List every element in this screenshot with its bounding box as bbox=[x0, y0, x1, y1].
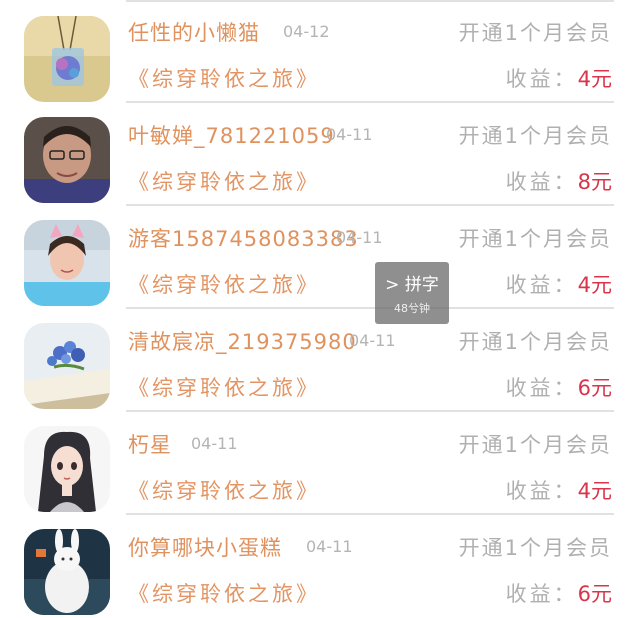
income-label: 收益： bbox=[505, 376, 578, 400]
income: 收益：4元 bbox=[506, 475, 612, 505]
list-item[interactable]: 朽星 04-11 开通1个月会员 《综穿聆依之旅》 收益：4元 bbox=[0, 412, 640, 515]
book-title: 《综穿聆依之旅》 bbox=[128, 67, 320, 91]
book-title: 《综穿聆依之旅》 bbox=[128, 582, 320, 606]
list-item[interactable]: 游客1587458083383 04-11 开通1个月会员 《综穿聆依之旅》 收… bbox=[0, 206, 640, 309]
order-action: 开通1个月会员 bbox=[458, 433, 612, 457]
order-action: 开通1个月会员 bbox=[458, 227, 612, 251]
book-title: 《综穿聆依之旅》 bbox=[128, 376, 320, 400]
list-item[interactable]: 任性的小懒猫 04-12 开通1个月会员 《综穿聆依之旅》 收益：4元 bbox=[0, 0, 640, 103]
pinyin-overlay-button[interactable]: > 拼字 48兮钟 bbox=[375, 262, 449, 324]
income: 收益：4元 bbox=[506, 269, 612, 299]
avatar[interactable] bbox=[24, 426, 110, 512]
income-label: 收益： bbox=[505, 170, 578, 194]
order-date: 04-11 bbox=[336, 228, 383, 247]
order-date: 04-11 bbox=[326, 125, 373, 144]
income-value: 4元 bbox=[577, 479, 612, 503]
user-name: 叶敏婵_781221059 bbox=[128, 124, 335, 148]
order-date: 04-12 bbox=[283, 22, 330, 41]
book-title: 《综穿聆依之旅》 bbox=[128, 170, 320, 194]
list-item[interactable]: 清故宸凉_219375980 04-11 开通1个月会员 《综穿聆依之旅》 收益… bbox=[0, 309, 640, 412]
income-value: 6元 bbox=[577, 376, 612, 400]
income: 收益：6元 bbox=[506, 578, 612, 608]
avatar[interactable] bbox=[24, 529, 110, 615]
order-action: 开通1个月会员 bbox=[458, 536, 612, 560]
book-title: 《综穿聆依之旅》 bbox=[128, 273, 320, 297]
overlay-subtitle: 48兮钟 bbox=[394, 302, 430, 315]
user-name: 游客1587458083383 bbox=[128, 227, 359, 251]
income-label: 收益： bbox=[505, 582, 578, 606]
avatar[interactable] bbox=[24, 323, 110, 409]
list-item[interactable]: 你算哪块小蛋糕 04-11 开通1个月会员 《综穿聆依之旅》 收益：6元 bbox=[0, 515, 640, 618]
income-value: 4元 bbox=[577, 273, 612, 297]
user-name: 清故宸凉_219375980 bbox=[128, 330, 357, 354]
income: 收益：4元 bbox=[506, 63, 612, 93]
user-name: 任性的小懒猫 bbox=[128, 21, 260, 45]
order-action: 开通1个月会员 bbox=[458, 124, 612, 148]
list-item[interactable]: 叶敏婵_781221059 04-11 开通1个月会员 《综穿聆依之旅》 收益：… bbox=[0, 103, 640, 206]
avatar[interactable] bbox=[24, 117, 110, 203]
member-income-list: 任性的小懒猫 04-12 开通1个月会员 《综穿聆依之旅》 收益：4元 叶敏婵_… bbox=[0, 0, 640, 615]
order-action: 开通1个月会员 bbox=[458, 330, 612, 354]
order-date: 04-11 bbox=[349, 331, 396, 350]
income-label: 收益： bbox=[505, 67, 578, 91]
overlay-title: > 拼字 bbox=[385, 275, 439, 295]
order-action: 开通1个月会员 bbox=[458, 21, 612, 45]
user-name: 朽星 bbox=[128, 433, 172, 457]
order-date: 04-11 bbox=[306, 537, 353, 556]
avatar[interactable] bbox=[24, 16, 110, 102]
income-label: 收益： bbox=[505, 479, 578, 503]
income-label: 收益： bbox=[505, 273, 578, 297]
income-value: 8元 bbox=[577, 170, 612, 194]
user-name: 你算哪块小蛋糕 bbox=[128, 536, 282, 560]
income: 收益：6元 bbox=[506, 372, 612, 402]
avatar[interactable] bbox=[24, 220, 110, 306]
book-title: 《综穿聆依之旅》 bbox=[128, 479, 320, 503]
income-value: 6元 bbox=[577, 582, 612, 606]
order-date: 04-11 bbox=[191, 434, 238, 453]
income: 收益：8元 bbox=[506, 166, 612, 196]
income-value: 4元 bbox=[577, 67, 612, 91]
